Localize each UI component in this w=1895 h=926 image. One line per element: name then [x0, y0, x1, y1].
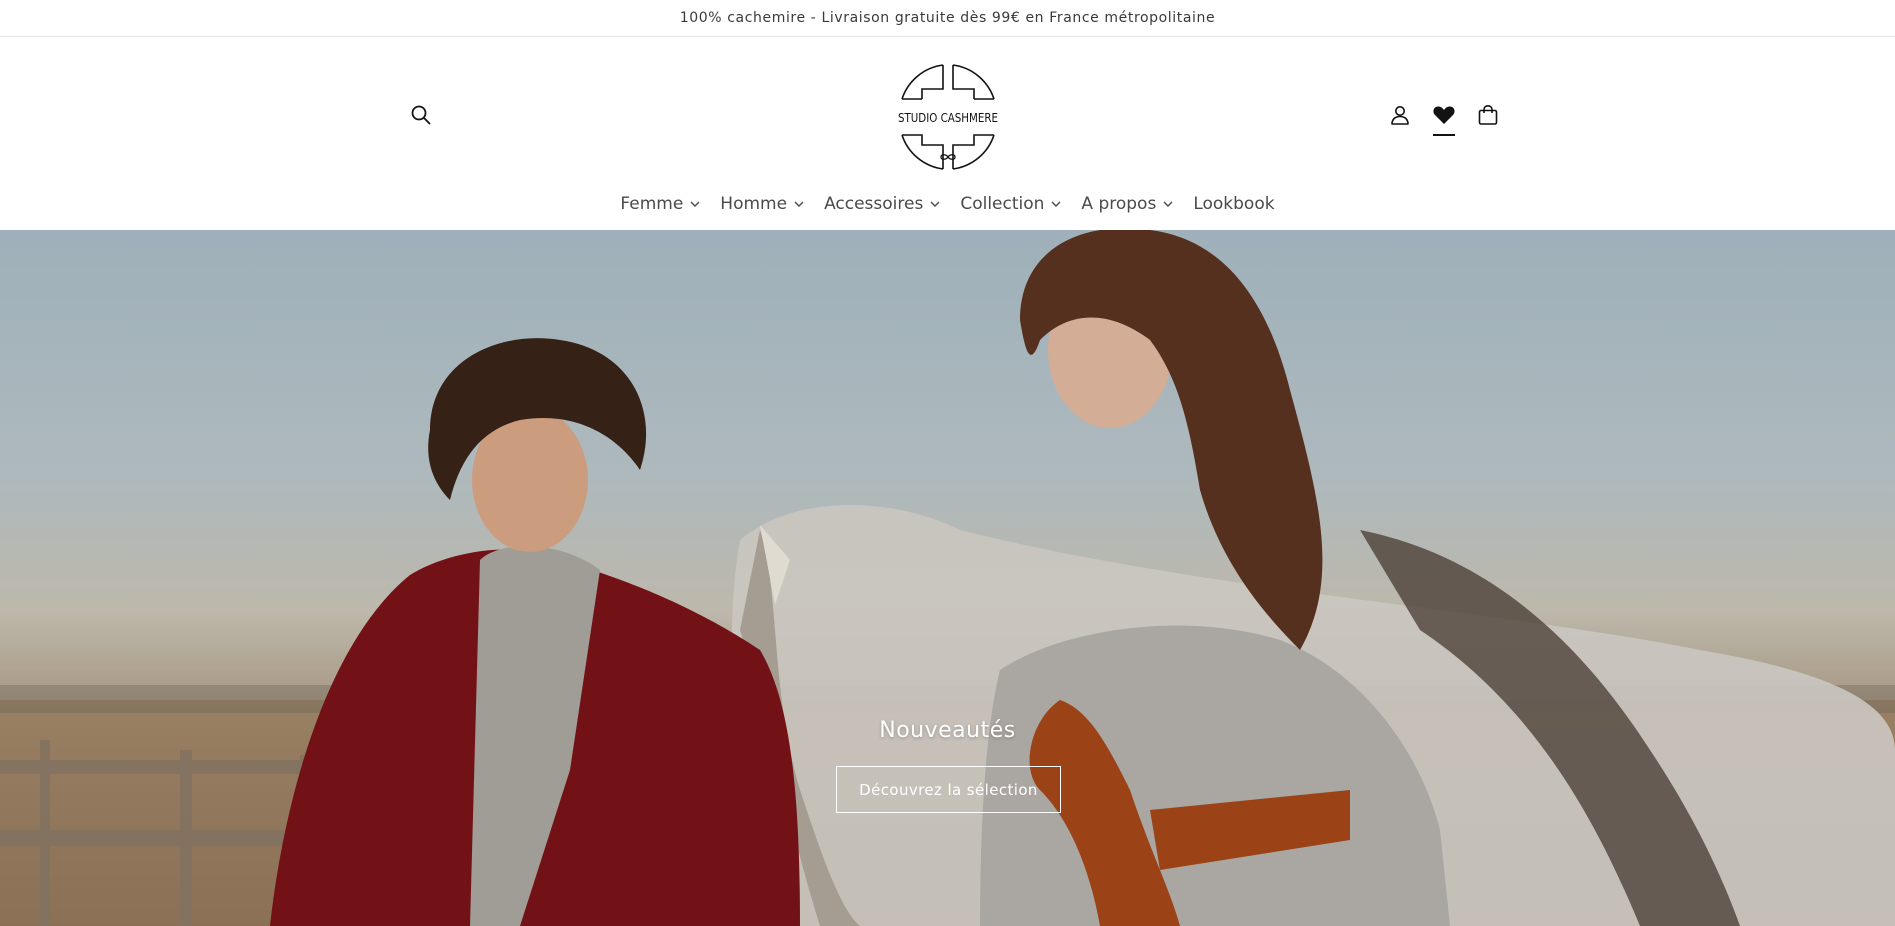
chevron-down-icon [1051, 201, 1061, 207]
search-icon [411, 105, 431, 125]
nav-item-label: Collection [960, 194, 1045, 214]
wishlist-button[interactable] [1426, 97, 1462, 133]
nav-item-label: Homme [720, 194, 788, 214]
account-icon [1391, 106, 1409, 125]
hero-title: Nouveautés [879, 718, 1016, 743]
main-navigation: Femme Homme Accessoires Collection A pro… [0, 184, 1895, 224]
search-button[interactable] [403, 97, 439, 133]
nav-item-label: A propos [1081, 194, 1157, 214]
chevron-down-icon [690, 201, 700, 207]
heart-icon [1433, 106, 1455, 124]
shopping-bag-icon [1478, 104, 1498, 125]
logo-text: STUDIO CASHMERE [898, 110, 998, 125]
brand-logo[interactable]: STUDIO CASHMERE [892, 61, 1004, 173]
nav-item-homme[interactable]: Homme [710, 194, 814, 214]
nav-item-lookbook[interactable]: Lookbook [1183, 194, 1284, 214]
chevron-down-icon [794, 201, 804, 207]
announcement-bar: 100% cachemire - Livraison gratuite dès … [0, 0, 1895, 37]
chevron-down-icon [930, 201, 940, 207]
hero-image [0, 230, 1895, 926]
discover-selection-button[interactable]: Découvrez la sélection [836, 766, 1061, 813]
nav-item-collection[interactable]: Collection [950, 194, 1071, 214]
chevron-down-icon [1163, 201, 1173, 207]
nav-item-femme[interactable]: Femme [610, 194, 710, 214]
nav-item-label: Accessoires [824, 194, 924, 214]
wishlist-underline [1433, 134, 1455, 136]
announcement-text: 100% cachemire - Livraison gratuite dès … [679, 10, 1216, 26]
cart-button[interactable] [1470, 97, 1506, 133]
nav-item-a-propos[interactable]: A propos [1071, 194, 1183, 214]
nav-item-accessoires[interactable]: Accessoires [814, 194, 950, 214]
account-button[interactable] [1382, 97, 1418, 133]
site-header: STUDIO CASHMERE Femme Homme Accessoires … [0, 37, 1895, 230]
nav-item-label: Femme [620, 194, 684, 214]
nav-item-label: Lookbook [1193, 194, 1275, 214]
hero-banner: Nouveautés Découvrez la sélection [0, 230, 1895, 926]
